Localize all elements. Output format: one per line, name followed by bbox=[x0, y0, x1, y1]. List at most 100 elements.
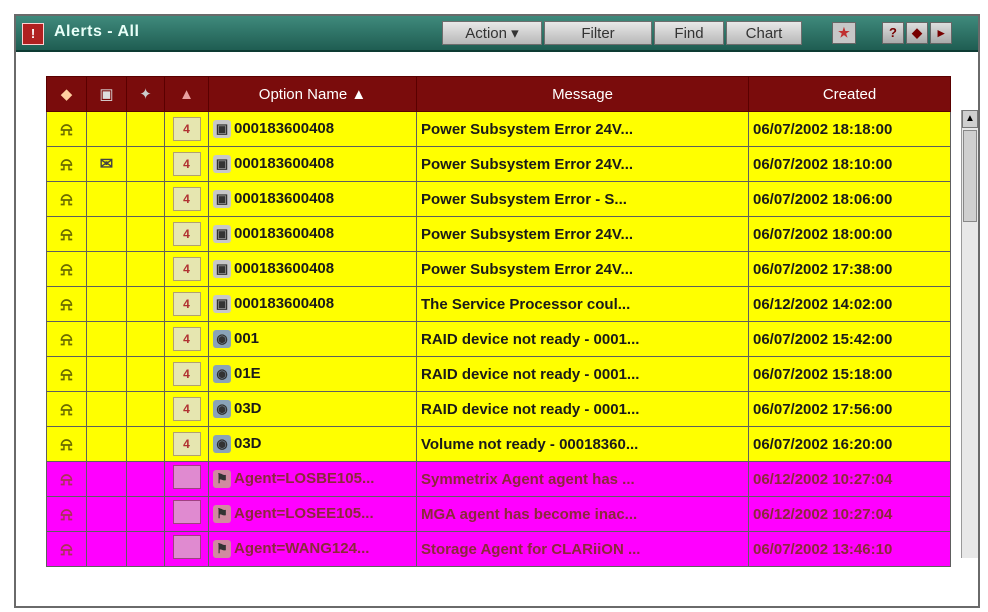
level-badge bbox=[172, 465, 201, 489]
message-cell: The Service Processor coul... bbox=[416, 286, 749, 322]
tool-cell bbox=[126, 461, 165, 497]
tool-cell bbox=[126, 426, 165, 462]
level-badge: 4 bbox=[172, 257, 201, 281]
chart-button[interactable]: Chart bbox=[726, 21, 802, 45]
table-row[interactable]: ⍾ 4 ▣ 000183600408 The Service Processor cou… bbox=[46, 286, 951, 322]
scroll-up-icon[interactable]: ▲ bbox=[962, 110, 978, 128]
note-icon[interactable]: ✉ bbox=[100, 156, 113, 173]
message-cell: Power Subsystem Error - S... bbox=[416, 181, 749, 217]
message-cell: RAID device not ready - 0001... bbox=[416, 356, 749, 392]
agent-icon: ⚑ bbox=[213, 505, 231, 524]
tool-cell bbox=[126, 181, 165, 217]
table-row[interactable]: ⍾ 4 ◉ 01E RAID device not ready - 0001... 06/… bbox=[46, 356, 951, 392]
tool-cell bbox=[126, 321, 165, 357]
message-cell: RAID device not ready - 0001... bbox=[416, 321, 749, 357]
vertical-scrollbar[interactable]: ▲ bbox=[961, 110, 978, 558]
tool-icon: ✦ bbox=[139, 86, 152, 103]
level-cell: 4 bbox=[164, 251, 209, 287]
level-cell: 4 bbox=[164, 181, 209, 217]
tool-cell bbox=[126, 251, 165, 287]
message-cell: RAID device not ready - 0001... bbox=[416, 391, 749, 427]
option-name-cell: ▣ 000183600408 bbox=[208, 251, 417, 287]
option-name-cell: ⚑ Agent=LOSEE105... bbox=[208, 496, 417, 532]
bell-icon: ⍾ bbox=[60, 468, 73, 489]
note-cell bbox=[86, 181, 127, 217]
created-column-header[interactable]: Created bbox=[748, 76, 951, 112]
table-row[interactable]: ⍾ 4 ◉ 03D Volume not ready - 00018360... 06/0… bbox=[46, 426, 951, 462]
favorite-icon[interactable]: ★ bbox=[832, 22, 856, 44]
table-row[interactable]: ⍾ ⚑ Agent=LOSEE105... MGA agent has become … bbox=[46, 496, 951, 532]
created-cell: 06/07/2002 17:56:00 bbox=[748, 391, 951, 427]
option-name-text: 000183600408 bbox=[234, 224, 335, 242]
severity-cell: ⍾ bbox=[46, 461, 87, 497]
agent-icon: ⚑ bbox=[213, 470, 231, 489]
dev-icon: ▣ bbox=[213, 155, 231, 174]
tool-cell bbox=[126, 146, 165, 182]
created-cell: 06/12/2002 10:27:04 bbox=[748, 461, 951, 497]
expand-icon[interactable]: ▸ bbox=[930, 22, 952, 44]
level-cell: 4 bbox=[164, 391, 209, 427]
bell-icon: ⍾ bbox=[60, 538, 73, 559]
navigate-icon[interactable]: ◆ bbox=[906, 22, 928, 44]
severity-cell: ⍾ bbox=[46, 146, 87, 182]
option-name-cell: ⚑ Agent=WANG124... bbox=[208, 531, 417, 567]
note-cell bbox=[86, 426, 127, 462]
dev-icon: ▣ bbox=[213, 295, 231, 314]
severity-cell: ⍾ bbox=[46, 216, 87, 252]
alerts-table: ◆ ▣ ✦ ▲ Option Name ▲ Message Created ⍾ 4… bbox=[46, 76, 951, 567]
level-badge bbox=[172, 535, 201, 559]
table-row[interactable]: ⍾ ✉ 4 ▣ 000183600408 Power Subsystem Error 24… bbox=[46, 146, 951, 182]
level-badge: 4 bbox=[172, 327, 201, 351]
find-button[interactable]: Find bbox=[654, 21, 724, 45]
help-icon[interactable]: ? bbox=[882, 22, 904, 44]
action-menu-button[interactable]: Action ▾ bbox=[442, 21, 542, 45]
level-badge: 4 bbox=[172, 187, 201, 211]
note-cell: ✉ bbox=[86, 146, 127, 182]
tool-cell bbox=[126, 496, 165, 532]
table-row[interactable]: ⍾ 4 ▣ 000183600408 Power Subsystem Error 24V… bbox=[46, 251, 951, 287]
option-name-cell: ▣ 000183600408 bbox=[208, 286, 417, 322]
table-row[interactable]: ⍾ 4 ▣ 000183600408 Power Subsystem Error - S… bbox=[46, 181, 951, 217]
level-column-header[interactable]: ▲ bbox=[164, 76, 209, 112]
bell-icon: ⍾ bbox=[60, 153, 73, 174]
ack-column-header[interactable]: ▣ bbox=[86, 76, 127, 112]
table-row[interactable]: ⍾ ⚑ Agent=LOSBE105... Symmetrix Agent agent… bbox=[46, 461, 951, 497]
option-name-cell: ◉ 01E bbox=[208, 356, 417, 392]
bell-icon: ⍾ bbox=[60, 363, 73, 384]
table-row[interactable]: ⍾ 4 ◉ 03D RAID device not ready - 0001... 06/… bbox=[46, 391, 951, 427]
created-cell: 06/12/2002 10:27:04 bbox=[748, 496, 951, 532]
table-row[interactable]: ⍾ 4 ▣ 000183600408 Power Subsystem Error 24V… bbox=[46, 216, 951, 252]
note-cell bbox=[86, 286, 127, 322]
bell-icon: ⍾ bbox=[60, 258, 73, 279]
tool-cell bbox=[126, 286, 165, 322]
level-cell: 4 bbox=[164, 286, 209, 322]
option-name-text: 03D bbox=[234, 434, 262, 452]
option-name-cell: ◉ 03D bbox=[208, 426, 417, 462]
severity-cell: ⍾ bbox=[46, 531, 87, 567]
severity-cell: ⍾ bbox=[46, 111, 87, 147]
option-name-cell: ▣ 000183600408 bbox=[208, 111, 417, 147]
table-row[interactable]: ⍾ ⚑ Agent=WANG124... Storage Agent for CLAR… bbox=[46, 531, 951, 567]
severity-cell: ⍾ bbox=[46, 391, 87, 427]
window-title: Alerts - All bbox=[54, 23, 140, 40]
raid-icon: ◉ bbox=[213, 365, 231, 384]
tool-column-header[interactable]: ✦ bbox=[126, 76, 165, 112]
table-row[interactable]: ⍾ 4 ▣ 000183600408 Power Subsystem Error 24V… bbox=[46, 111, 951, 147]
bell-icon: ⍾ bbox=[60, 118, 73, 139]
created-cell: 06/07/2002 13:46:10 bbox=[748, 531, 951, 567]
note-cell bbox=[86, 496, 127, 532]
message-column-header[interactable]: Message bbox=[416, 76, 749, 112]
severity-cell: ⍾ bbox=[46, 426, 87, 462]
severity-column-header[interactable]: ◆ bbox=[46, 76, 87, 112]
created-cell: 06/07/2002 17:38:00 bbox=[748, 251, 951, 287]
table-row[interactable]: ⍾ 4 ◉ 001 RAID device not ready - 0001... 06/… bbox=[46, 321, 951, 357]
option-name-column-header[interactable]: Option Name ▲ bbox=[208, 76, 417, 112]
bell-icon: ⍾ bbox=[60, 503, 73, 524]
scroll-thumb[interactable] bbox=[963, 130, 977, 222]
message-cell: Power Subsystem Error 24V... bbox=[416, 216, 749, 252]
severity-cell: ⍾ bbox=[46, 181, 87, 217]
note-cell bbox=[86, 111, 127, 147]
level-badge bbox=[172, 500, 201, 524]
dev-icon: ▣ bbox=[213, 120, 231, 139]
filter-button[interactable]: Filter bbox=[544, 21, 652, 45]
